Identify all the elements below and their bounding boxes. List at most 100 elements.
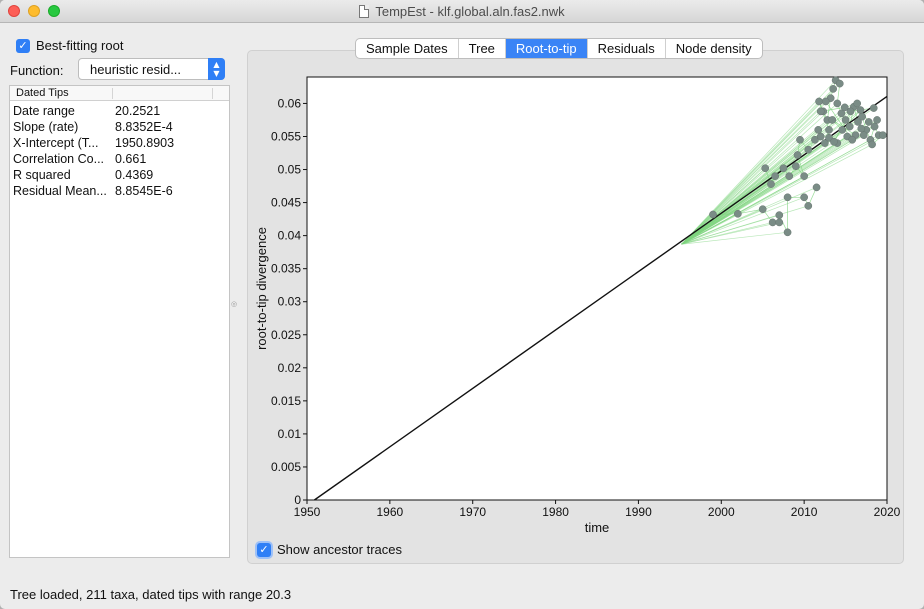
data-point <box>812 183 821 192</box>
data-point <box>815 97 823 106</box>
data-point <box>814 126 823 134</box>
data-point <box>804 202 813 210</box>
show-ancestor-traces-label: Show ancestor traces <box>277 542 403 557</box>
x-tick-label: 1960 <box>377 505 404 519</box>
root-to-tip-chart: 1950 1960 1970 1980 1990 2000 2010 2020 0 0.005 0.… <box>254 76 901 535</box>
data-point <box>758 205 767 214</box>
tab-sample-dates[interactable]: Sample Dates <box>356 39 459 58</box>
data-point <box>838 126 847 134</box>
splitter-handle[interactable]: ◎ <box>231 300 237 308</box>
x-tick-label: 1970 <box>459 505 486 519</box>
window-title: TempEst - klf.global.aln.fas2.nwk <box>375 4 565 19</box>
table-header-label: Dated Tips <box>16 87 69 99</box>
dated-tips-table: Dated Tips Date range 20.2521 Slope (rate)… <box>9 85 230 558</box>
table-row[interactable]: Correlation Co... 0.661 <box>10 151 229 167</box>
data-point <box>830 137 838 146</box>
y-tick-label: 0.01 <box>278 427 302 441</box>
x-tick-label: 1980 <box>542 505 569 519</box>
table-row[interactable]: Date range 20.2521 <box>10 103 229 119</box>
data-point <box>859 131 868 140</box>
title-bar: TempEst - klf.global.aln.fas2.nwk <box>0 0 924 23</box>
y-tick-label: 0.03 <box>278 295 302 309</box>
data-point <box>870 122 879 131</box>
data-point <box>841 116 850 124</box>
function-select-value: heuristic resid... <box>90 62 182 77</box>
table-row[interactable]: Slope (rate) 8.8352E-4 <box>10 119 229 135</box>
data-point <box>825 126 833 134</box>
view-tabs: Sample Dates Tree Root-to-tip Residuals Node… <box>355 38 763 59</box>
y-tick-label: 0.045 <box>271 196 301 210</box>
table-row[interactable]: Residual Mean... 8.8545E-6 <box>10 183 229 199</box>
show-ancestor-traces-checkbox[interactable]: ✓ Show ancestor traces <box>257 542 402 557</box>
chevron-up-down-icon: ▲ ▼ <box>208 58 225 80</box>
y-tick-label: 0.035 <box>271 262 301 276</box>
function-label: Function: <box>10 63 64 78</box>
best-fitting-root-label: Best-fitting root <box>36 38 124 53</box>
data-point <box>792 162 800 171</box>
data-point <box>833 99 842 108</box>
data-point <box>879 131 887 140</box>
table-row[interactable]: X-Intercept (T... 1950.8903 <box>10 135 229 151</box>
data-point <box>868 140 876 149</box>
y-tick-label: 0.06 <box>278 96 302 110</box>
data-point <box>793 151 802 159</box>
x-tick-label: 2020 <box>874 505 901 519</box>
data-point <box>846 107 855 116</box>
x-axis-label: time <box>585 520 610 535</box>
y-axis-label: root-to-tip divergence <box>254 227 269 350</box>
data-point <box>869 104 878 112</box>
y-tick-label: 0.05 <box>278 163 302 177</box>
data-point <box>761 164 770 173</box>
data-point <box>709 210 717 219</box>
data-point <box>835 79 844 88</box>
y-tick-label: 0.005 <box>271 460 301 474</box>
data-point <box>785 172 794 180</box>
data-point <box>796 135 804 144</box>
row-value: 20.2521 <box>115 104 161 118</box>
row-value: 1950.8903 <box>115 136 175 150</box>
x-tick-label: 2000 <box>708 505 735 519</box>
app-window: TempEst - klf.global.aln.fas2.nwk ✓ Best… <box>0 0 924 609</box>
best-fitting-root-checkbox[interactable]: ✓ Best-fitting root <box>16 38 123 53</box>
data-point <box>775 218 784 227</box>
data-point <box>800 193 808 202</box>
data-point <box>779 164 788 173</box>
data-point <box>858 112 866 121</box>
y-tick-label: 0.055 <box>271 129 301 143</box>
data-point <box>734 209 742 218</box>
y-tick-label: 0.02 <box>278 361 302 375</box>
x-tick-label: 1990 <box>625 505 652 519</box>
table-body: Date range 20.2521 Slope (rate) 8.8352E-4 X-… <box>10 101 229 199</box>
y-tick-label: 0.04 <box>278 229 302 243</box>
row-value: 0.661 <box>115 152 147 166</box>
row-value: 0.4369 <box>115 168 154 182</box>
tab-tree[interactable]: Tree <box>459 39 506 58</box>
document-icon <box>359 5 370 18</box>
data-point <box>845 122 854 131</box>
data-point <box>775 211 784 219</box>
table-header[interactable]: Dated Tips <box>10 86 229 101</box>
table-row[interactable]: R squared 0.4369 <box>10 167 229 183</box>
data-point <box>783 193 792 202</box>
data-point <box>856 106 865 114</box>
data-point <box>804 145 813 154</box>
y-tick-label: 0 <box>294 493 301 507</box>
row-key: R squared <box>13 168 71 182</box>
x-tick-label: 1950 <box>294 505 321 519</box>
tab-root-to-tip[interactable]: Root-to-tip <box>505 39 588 58</box>
checkmark-icon: ✓ <box>16 38 30 53</box>
row-key: Correlation Co... <box>13 152 105 166</box>
data-point <box>873 116 881 124</box>
data-point <box>828 116 837 124</box>
function-select[interactable]: heuristic resid... ▲ ▼ <box>78 58 225 80</box>
row-key: Residual Mean... <box>13 184 107 198</box>
data-point <box>848 135 857 144</box>
tab-node-density[interactable]: Node density <box>666 39 762 58</box>
checkmark-icon: ✓ <box>257 542 271 557</box>
window-title-area: TempEst - klf.global.aln.fas2.nwk <box>0 4 924 19</box>
data-point <box>864 118 873 126</box>
data-point <box>767 180 775 188</box>
tab-residuals[interactable]: Residuals <box>588 39 666 58</box>
data-point <box>853 99 862 108</box>
data-point <box>768 218 777 227</box>
